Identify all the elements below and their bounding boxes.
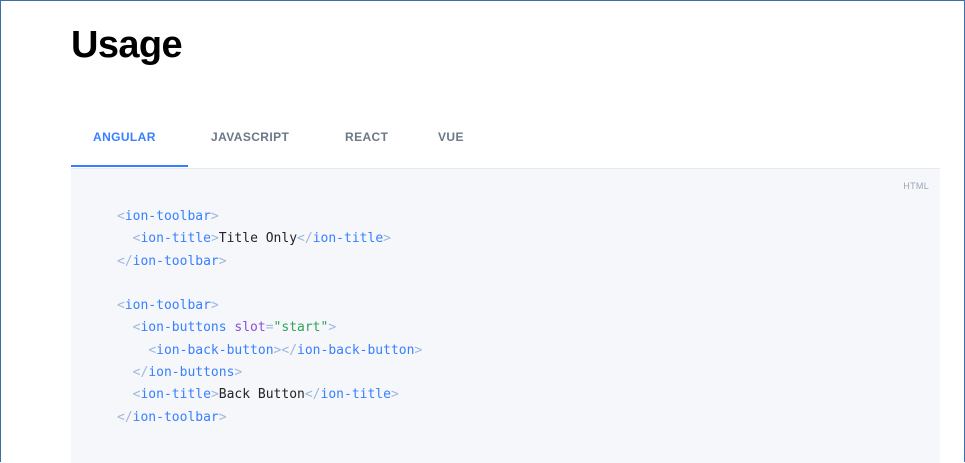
code-token: ion-title bbox=[140, 387, 211, 403]
code-token: Back Button bbox=[218, 387, 305, 403]
code-line: <ion-title>Back Button</ion-title> bbox=[117, 384, 422, 406]
code-token: > bbox=[210, 231, 219, 247]
code-token: slot bbox=[234, 320, 266, 336]
code-token: ion-toolbar bbox=[124, 209, 211, 224]
tab-angular[interactable]: ANGULAR bbox=[71, 112, 188, 167]
code-token: ion-buttons bbox=[140, 320, 227, 336]
code-token: = bbox=[265, 320, 274, 336]
code-token: > bbox=[383, 231, 391, 247]
code-token: </ bbox=[117, 253, 133, 269]
code-token: "start" bbox=[273, 320, 329, 336]
code-line: <ion-back-button></ion-back-button> bbox=[117, 340, 422, 362]
tab-vue[interactable]: VUE bbox=[438, 112, 464, 168]
code-token: </ bbox=[132, 365, 149, 381]
code-token: ion-toolbar bbox=[124, 298, 211, 314]
framework-tabs: ANGULAR JAVASCRIPT REACT VUE bbox=[71, 112, 940, 169]
page-title: Usage bbox=[71, 24, 183, 66]
code-token: > bbox=[210, 209, 219, 224]
code-token: </ bbox=[117, 409, 133, 425]
code-token: </ bbox=[304, 387, 321, 403]
code-token: > bbox=[414, 342, 423, 358]
code-token: Title Only bbox=[218, 231, 298, 247]
code-token: > bbox=[234, 365, 243, 381]
code-token: > bbox=[218, 253, 227, 269]
code-line: <ion-toolbar> bbox=[117, 206, 422, 228]
code-token: ion-title bbox=[312, 231, 384, 247]
code-token: > bbox=[390, 387, 399, 403]
code-token: </ bbox=[297, 231, 313, 247]
code-token: ion-toolbar bbox=[132, 409, 219, 425]
code-token: ion-back-button bbox=[156, 342, 274, 358]
code-token: ion-title bbox=[320, 387, 391, 403]
code-token: > bbox=[210, 298, 219, 314]
code-token: ion-back-button bbox=[297, 342, 415, 358]
code-language-label: HTML bbox=[903, 181, 929, 191]
code-token: > bbox=[218, 409, 227, 425]
code-token: > bbox=[328, 320, 337, 336]
code-token: < bbox=[117, 298, 125, 314]
code-token: > bbox=[210, 387, 219, 403]
code-token: ion-toolbar bbox=[132, 253, 219, 269]
code-token: < bbox=[148, 342, 157, 358]
code-line: </ion-toolbar> bbox=[117, 407, 422, 429]
code-listing: <ion-toolbar> <ion-title>Title Only</ion… bbox=[117, 206, 422, 429]
code-token: ion-buttons bbox=[148, 365, 235, 381]
code-token: ion-title bbox=[140, 231, 211, 247]
code-line: <ion-buttons slot="start"> bbox=[117, 317, 422, 339]
code-line: <ion-title>Title Only</ion-title> bbox=[117, 228, 422, 250]
code-token: </ bbox=[281, 342, 298, 358]
code-line: </ion-buttons> bbox=[117, 362, 422, 384]
tab-javascript[interactable]: JAVASCRIPT bbox=[211, 112, 289, 168]
code-line: </ion-toolbar> bbox=[117, 251, 422, 273]
code-line: <ion-toolbar> bbox=[117, 295, 422, 317]
code-token: < bbox=[117, 209, 125, 224]
code-block: HTML <ion-toolbar> <ion-title>Title Only… bbox=[71, 169, 940, 463]
tab-react[interactable]: REACT bbox=[345, 112, 388, 168]
